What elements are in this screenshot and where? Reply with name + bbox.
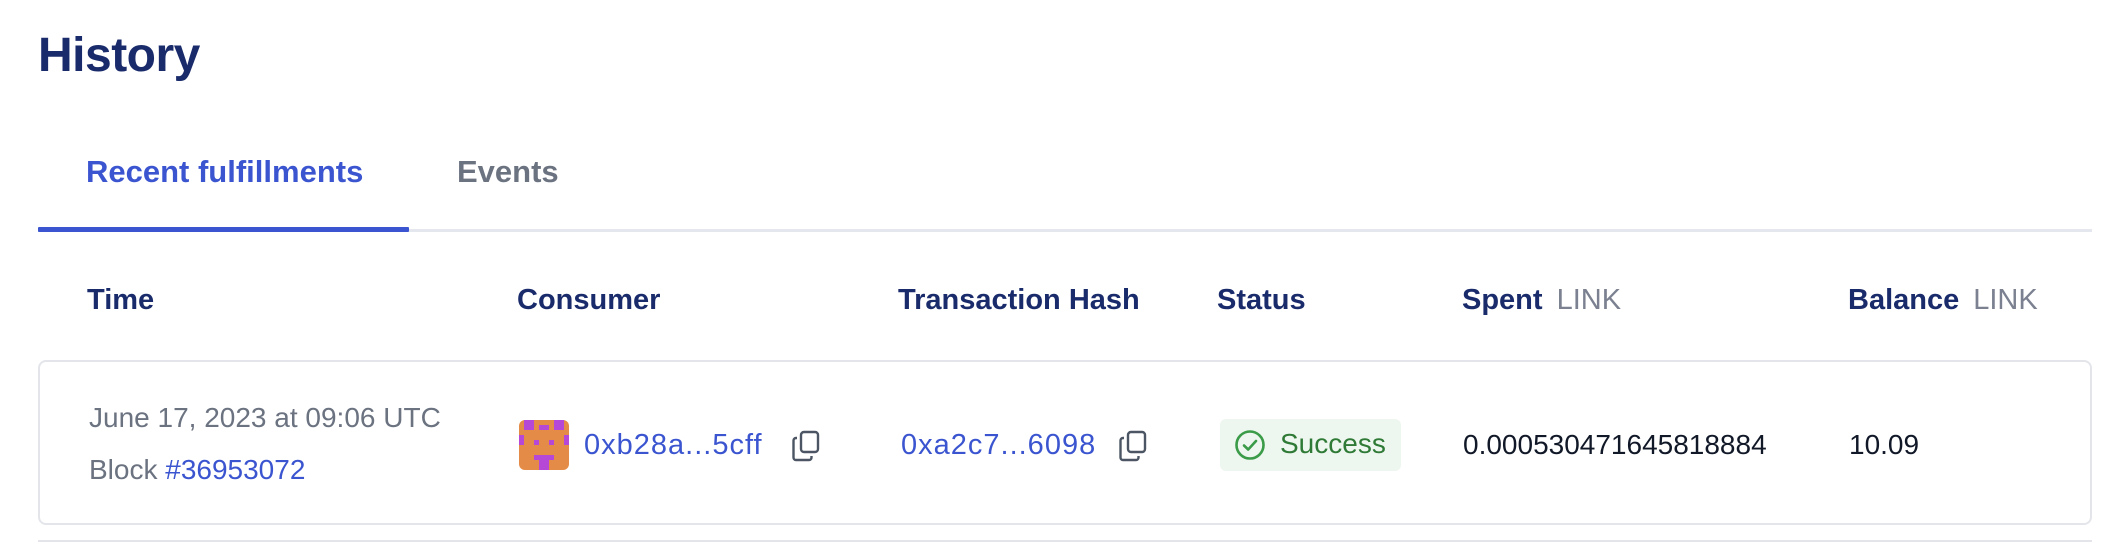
block-prefix: Block <box>89 454 158 485</box>
status-badge: Success <box>1220 419 1401 471</box>
consumer-address-link[interactable]: 0xb28a...5cff <box>584 429 763 462</box>
check-circle-icon <box>1234 429 1266 461</box>
table-header: Time Consumer Transaction Hash Status Sp… <box>0 284 2116 324</box>
active-tab-indicator <box>38 227 409 232</box>
column-header-transaction-hash[interactable]: Transaction Hash <box>898 284 1140 317</box>
balance-value: 10.09 <box>1849 429 1920 460</box>
consumer-avatar <box>519 420 569 470</box>
column-header-status[interactable]: Status <box>1217 284 1306 317</box>
column-header-spent[interactable]: Spent LINK <box>1462 284 1621 317</box>
tab-recent-fulfillments[interactable]: Recent fulfillments <box>86 154 363 190</box>
balance-label: Balance <box>1848 284 1960 316</box>
page-title: History <box>38 29 200 82</box>
balance-unit: LINK <box>1973 284 2038 316</box>
copy-icon[interactable] <box>792 430 820 462</box>
fulfillment-time: June 17, 2023 at 09:06 UTC <box>89 402 441 433</box>
spent-label: Spent <box>1462 284 1543 316</box>
transaction-hash-link[interactable]: 0xa2c7...6098 <box>901 429 1096 462</box>
block-info: Block #36953072 <box>89 454 305 486</box>
status-text: Success <box>1280 428 1386 459</box>
column-header-time[interactable]: Time <box>87 284 154 317</box>
block-number-link[interactable]: #36953072 <box>165 454 305 485</box>
column-header-balance[interactable]: Balance LINK <box>1848 284 2038 317</box>
next-row-edge <box>38 540 2092 542</box>
column-header-consumer[interactable]: Consumer <box>517 284 660 317</box>
spent-unit: LINK <box>1556 284 1622 316</box>
table-row: June 17, 2023 at 09:06 UTC Block #369530… <box>38 360 2092 525</box>
tab-bar: Recent fulfillments Events <box>38 130 2092 232</box>
spent-value: 0.000530471645818884 <box>1463 429 1767 460</box>
tab-events[interactable]: Events <box>457 154 559 190</box>
copy-icon[interactable] <box>1119 430 1147 462</box>
